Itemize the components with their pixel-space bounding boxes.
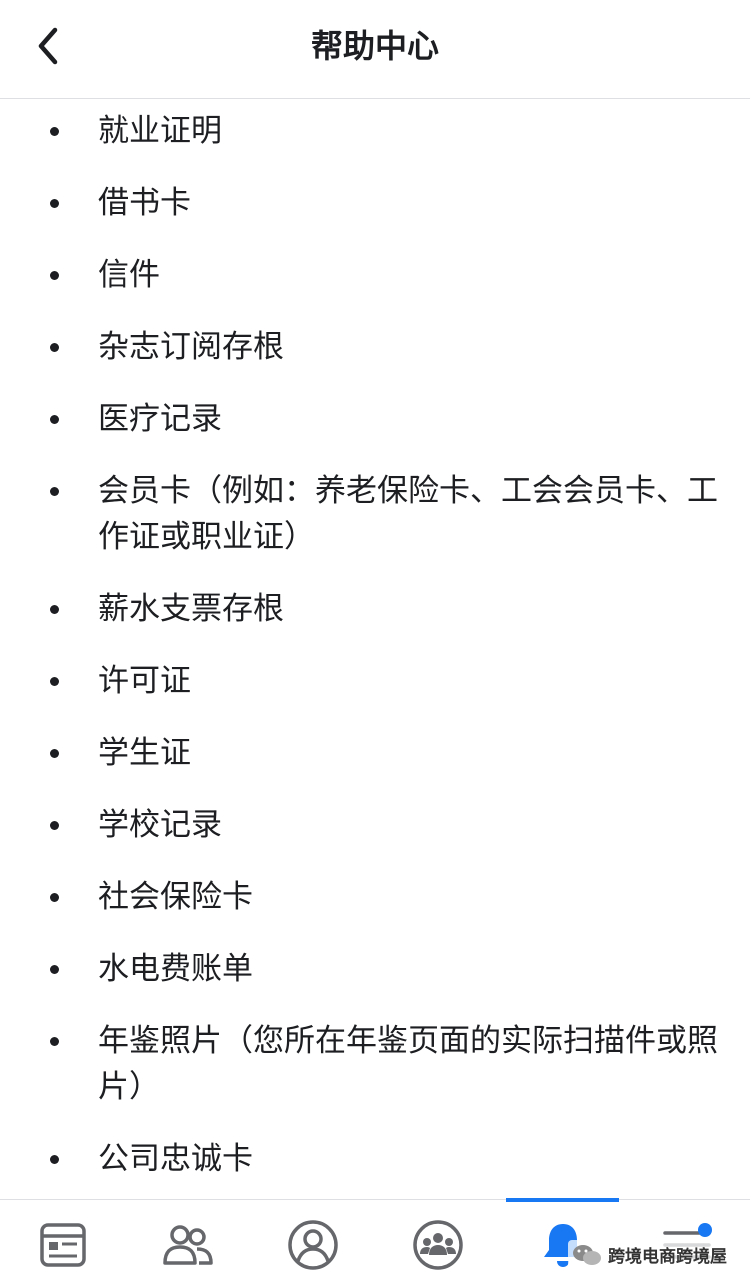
bullet — [50, 893, 59, 902]
list-item: 社会保险卡 — [0, 874, 750, 920]
list-item: 借书卡 — [0, 180, 750, 226]
bullet — [50, 821, 59, 830]
list-item: 学生证 — [0, 730, 750, 776]
tab-news-feed[interactable] — [0, 1200, 125, 1288]
list-item: 公司忠诚卡 — [0, 1136, 750, 1182]
groups-icon — [412, 1219, 463, 1270]
watermark-text: 跨境电商跨境屋 — [608, 1247, 727, 1267]
list-item: 信件 — [0, 252, 750, 298]
list-item: 就业证明 — [0, 108, 750, 154]
list-item: 医疗记录 — [0, 396, 750, 442]
bullet — [50, 605, 59, 614]
list-item-text: 水电费账单 — [98, 951, 253, 987]
profile-icon — [287, 1219, 338, 1270]
list-item-text: 社会保险卡 — [98, 879, 253, 915]
list-item-text: 薪水支票存根 — [98, 591, 284, 627]
bullet — [50, 343, 59, 352]
bullet — [50, 127, 59, 136]
news-feed-icon — [39, 1222, 86, 1267]
list-item-text: 学校记录 — [98, 807, 222, 843]
list-item-text: 会员卡（例如：养老保险卡、工会会员卡、工作证或职业证） — [98, 473, 718, 555]
wechat-logo-icon — [573, 1244, 601, 1265]
bullet — [50, 677, 59, 686]
list-item-text: 杂志订阅存根 — [98, 329, 284, 365]
friends-icon — [162, 1224, 213, 1265]
watermark: 跨境电商跨境屋 — [568, 1240, 731, 1269]
top-nav-bar: 帮助中心 — [0, 0, 750, 99]
bullet — [50, 271, 59, 280]
bullet — [50, 1037, 59, 1046]
list-item: 水电费账单 — [0, 946, 750, 992]
list-item-text: 许可证 — [98, 663, 191, 699]
list-item: 许可证 — [0, 658, 750, 704]
bullet — [50, 1155, 59, 1164]
help-center-screen: 帮助中心 就业证明 借书卡 信件 杂志订阅存根 医疗记录 会员卡（例如：养老保险… — [0, 0, 750, 1288]
list-item: 会员卡（例如：养老保险卡、工会会员卡、工作证或职业证） — [0, 468, 750, 560]
list-item-text: 公司忠诚卡 — [98, 1141, 253, 1177]
list-item: 薪水支票存根 — [0, 586, 750, 632]
bullet — [50, 199, 59, 208]
content-area[interactable]: 就业证明 借书卡 信件 杂志订阅存根 医疗记录 会员卡（例如：养老保险卡、工会会… — [0, 99, 750, 1199]
bullet — [50, 487, 59, 496]
list-item-text: 就业证明 — [98, 113, 222, 149]
tab-groups[interactable] — [375, 1200, 500, 1288]
list-item: 杂志订阅存根 — [0, 324, 750, 370]
tab-friends[interactable] — [125, 1200, 250, 1288]
list-item-text: 年鉴照片（您所在年鉴页面的实际扫描件或照片） — [98, 1023, 718, 1105]
list-item-text: 借书卡 — [98, 185, 191, 221]
tab-profile[interactable] — [250, 1200, 375, 1288]
list-item: 年鉴照片（您所在年鉴页面的实际扫描件或照片） — [0, 1018, 750, 1110]
page-title: 帮助中心 — [310, 27, 439, 65]
bullet — [50, 415, 59, 424]
list-item-text: 信件 — [98, 257, 160, 293]
bullet — [50, 965, 59, 974]
bullet — [50, 749, 59, 758]
list-item-text: 医疗记录 — [98, 401, 222, 437]
list-item: 学校记录 — [0, 802, 750, 848]
document-list: 就业证明 借书卡 信件 杂志订阅存根 医疗记录 会员卡（例如：养老保险卡、工会会… — [0, 108, 750, 1182]
list-item-text: 学生证 — [98, 735, 191, 771]
